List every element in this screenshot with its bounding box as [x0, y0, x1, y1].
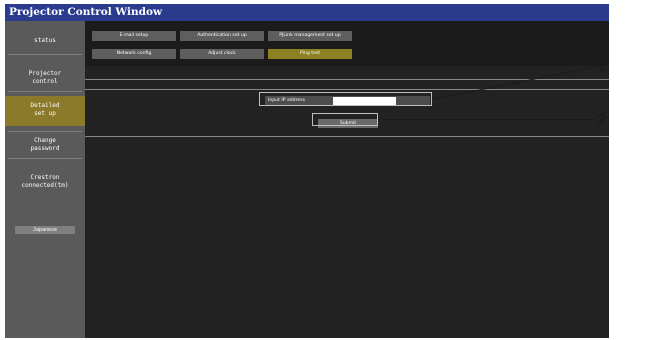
- sidebar-divider: [8, 131, 82, 132]
- projector-control-window: Projector Control Window status Projecto…: [5, 4, 609, 338]
- sidebar-item-status[interactable]: status: [5, 37, 85, 45]
- sidebar-item-projector-control[interactable]: Projector control: [5, 70, 85, 86]
- sidebar-divider: [8, 54, 82, 55]
- separator-line: [85, 89, 609, 90]
- sidebar-item-change-password[interactable]: Change password: [5, 137, 85, 153]
- window-title: Projector Control Window: [5, 4, 609, 21]
- tab-ping-test[interactable]: Ping test: [268, 49, 352, 59]
- tab-network-config[interactable]: Network config: [92, 49, 176, 59]
- sidebar: status Projector control Detailed set up…: [5, 21, 85, 338]
- separator-line: [85, 136, 609, 137]
- callout-number-1: 1: [598, 59, 606, 74]
- japanese-button[interactable]: Japanese: [15, 226, 75, 234]
- callout-2-leader: [378, 119, 596, 120]
- callout-1-highlight: [259, 92, 432, 106]
- sidebar-divider: [8, 91, 82, 92]
- callout-number-2: 2: [598, 111, 606, 126]
- sidebar-item-detailed-set-up[interactable]: Detailed set up: [5, 96, 85, 126]
- sidebar-item-crestron-connected[interactable]: Crestron connected(tm): [5, 174, 85, 190]
- tab-bar: E-mail setup Authentication set up PJLin…: [85, 21, 609, 66]
- callout-2-highlight: [312, 113, 378, 126]
- main-panel: E-mail setup Authentication set up PJLin…: [85, 21, 609, 338]
- tab-adjust-clock[interactable]: Adjust clock: [180, 49, 264, 59]
- tab-authentication-set-up[interactable]: Authentication set up: [180, 31, 264, 41]
- sidebar-divider: [8, 158, 82, 159]
- tab-pjlink-management-set-up[interactable]: PJLink management set up: [268, 31, 352, 41]
- tab-e-mail-setup[interactable]: E-mail setup: [92, 31, 176, 41]
